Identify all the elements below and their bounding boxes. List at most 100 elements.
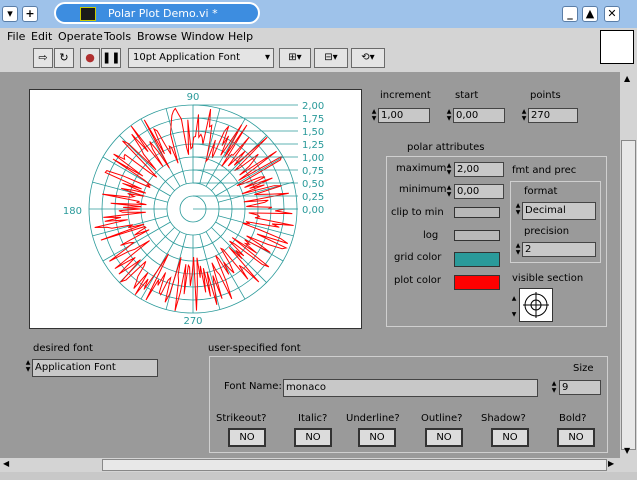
menu-help[interactable]: Help (228, 30, 253, 43)
radial-tick-label: 1,00 (302, 153, 324, 164)
angle-label-270: 270 (183, 316, 202, 327)
maximize-button[interactable]: ▲ (582, 6, 598, 22)
menu-file[interactable]: File (7, 30, 25, 43)
maximum-label: maximum (396, 163, 447, 174)
menu-tools[interactable]: Tools (104, 30, 131, 43)
start-field[interactable]: 0,00 (453, 108, 505, 123)
title-bar: ▾ + Polar Plot Demo.vi * _ ▲ ✕ (0, 0, 637, 28)
run-continuously-icon[interactable]: ↻ (54, 48, 74, 68)
visible-section-label: visible section (512, 273, 584, 284)
precision-label: precision (524, 226, 570, 237)
radial-tick-label: 0,25 (302, 192, 324, 203)
horizontal-scrollbar[interactable]: ◀ ▶ (0, 458, 620, 472)
font-select-value: 10pt Application Font (133, 52, 240, 63)
strikeout-button[interactable]: NO (228, 428, 266, 447)
start-spinner[interactable]: ▲ ▼ (446, 108, 452, 123)
desired-font-label: desired font (33, 343, 93, 354)
vi-icon[interactable] (600, 30, 634, 64)
grid-color-label: grid color (394, 252, 442, 263)
precision-spinner[interactable]: ▲ ▼ (515, 242, 521, 257)
polar-attributes-title: polar attributes (407, 142, 485, 153)
size-field[interactable]: 9 (559, 380, 601, 395)
abort-icon[interactable]: ● (80, 48, 100, 68)
close-button[interactable]: ✕ (604, 6, 620, 22)
increment-spinner[interactable]: ▲ ▼ (371, 108, 377, 123)
desired-font-spinner[interactable]: ▲ ▼ (25, 359, 31, 374)
visible-section-picker[interactable] (519, 288, 553, 322)
start-label: start (455, 90, 479, 101)
window-title: Polar Plot Demo.vi * (108, 7, 218, 20)
polar-plot-svg: 2,001,751,501,251,000,750,500,250,00 90 … (63, 92, 324, 327)
clip-to-min-label: clip to min (391, 207, 444, 218)
title-pill[interactable]: Polar Plot Demo.vi * (54, 2, 260, 24)
format-label: format (524, 186, 558, 197)
grid-color-swatch[interactable] (454, 252, 500, 267)
angle-label-180: 180 (63, 206, 82, 217)
radial-tick-label: 1,50 (302, 127, 324, 138)
radial-tick-label: 1,75 (302, 114, 324, 125)
italic-button[interactable]: NO (294, 428, 332, 447)
outline-label: Outline? (421, 413, 463, 424)
plot-color-label: plot color (394, 275, 441, 286)
format-ring[interactable]: Decimal (522, 202, 596, 220)
menu-operate[interactable]: Operate (58, 30, 103, 43)
clip-to-min-toggle[interactable] (454, 207, 500, 218)
minimize-button[interactable]: _ (562, 6, 578, 22)
align-objects-icon[interactable]: ⊞▾ (279, 48, 311, 68)
pause-icon[interactable]: ❚❚ (101, 48, 121, 68)
visible-section-spinner[interactable]: ▲ ▼ (511, 291, 517, 325)
radial-tick-label: 0,00 (302, 205, 324, 216)
angle-label-90: 90 (187, 92, 200, 103)
outline-button[interactable]: NO (425, 428, 463, 447)
maximum-field[interactable]: 2,00 (454, 162, 504, 177)
scroll-corner (620, 458, 637, 472)
distribute-objects-icon[interactable]: ⊟▾ (314, 48, 348, 68)
menu-browse[interactable]: Browse (137, 30, 177, 43)
vertical-scrollbar[interactable]: ▲ ▼ (620, 72, 637, 458)
bold-label: Bold? (559, 413, 587, 424)
minimum-spinner[interactable]: ▲ ▼ (446, 184, 452, 199)
add-icon[interactable]: + (22, 6, 38, 22)
maximum-spinner[interactable]: ▲ ▼ (446, 162, 452, 177)
italic-label: Italic? (298, 413, 328, 424)
window-menu-button[interactable]: ▾ (2, 6, 18, 22)
scroll-right-icon[interactable]: ▶ (608, 459, 614, 468)
font-name-label: Font Name: (224, 381, 282, 392)
polar-graph[interactable]: 2,00 1,75 1,50 1,25 1,00 0,75 0,50 0,25 0,00 90 … (29, 89, 362, 329)
points-field[interactable]: 270 (528, 108, 578, 123)
points-spinner[interactable]: ▲ ▼ (521, 108, 527, 123)
status-strip (0, 472, 637, 480)
strikeout-label: Strikeout? (216, 413, 267, 424)
scroll-down-icon[interactable]: ▼ (624, 446, 630, 455)
format-spinner[interactable]: ▲ ▼ (515, 202, 521, 217)
polar-attributes-cluster: maximum ▲ ▼ 2,00 minimum ▲ ▼ 0,00 clip to … (386, 156, 607, 327)
vertical-scroll-thumb[interactable] (621, 140, 636, 450)
underline-label: Underline? (346, 413, 400, 424)
scroll-left-icon[interactable]: ◀ (3, 459, 9, 468)
fmt-and-prec-cluster: format ▲ ▼ Decimal precision ▲ ▼ 2 (510, 181, 601, 263)
front-panel: 2,00 1,75 1,50 1,25 1,00 0,75 0,50 0,25 0,00 90 … (0, 72, 620, 458)
font-name-field[interactable]: monaco (283, 379, 538, 397)
fmt-and-prec-label: fmt and prec (512, 165, 577, 176)
size-label: Size (573, 363, 594, 374)
bold-button[interactable]: NO (557, 428, 595, 447)
reorder-icon[interactable]: ⟲▾ (351, 48, 385, 68)
scroll-up-icon[interactable]: ▲ (624, 74, 630, 83)
increment-field[interactable]: 1,00 (378, 108, 430, 123)
underline-button[interactable]: NO (358, 428, 396, 447)
radial-tick-label: 2,00 (302, 101, 324, 112)
plot-color-swatch[interactable] (454, 275, 500, 290)
precision-field[interactable]: 2 (522, 242, 596, 257)
minimum-field[interactable]: 0,00 (454, 184, 504, 199)
shadow-button[interactable]: NO (491, 428, 529, 447)
menu-edit[interactable]: Edit (31, 30, 52, 43)
menu-window[interactable]: Window (181, 30, 224, 43)
desired-font-ring[interactable]: Application Font (32, 359, 158, 377)
size-spinner[interactable]: ▲ ▼ (551, 380, 557, 395)
crosshair-icon (523, 292, 549, 318)
log-toggle[interactable] (454, 230, 500, 241)
horizontal-scroll-thumb[interactable] (102, 459, 607, 471)
font-select[interactable]: 10pt Application Font ▾ (128, 48, 274, 68)
run-arrow-icon[interactable]: ⇨ (33, 48, 53, 68)
toolbar: ⇨ ↻ ● ❚❚ 10pt Application Font ▾ ⊞▾ ⊟▾ ⟲… (0, 45, 637, 72)
